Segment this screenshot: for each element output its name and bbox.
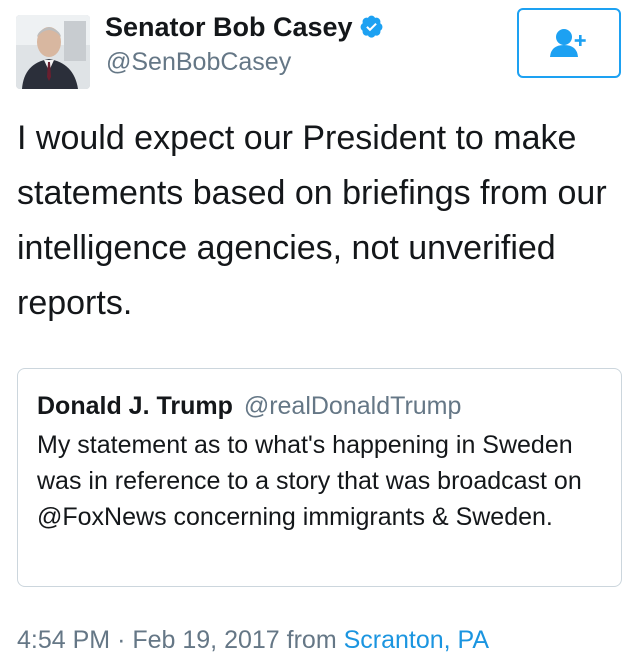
author-display-name[interactable]: Senator Bob Casey [105, 12, 353, 42]
follow-button[interactable] [517, 8, 621, 78]
tweet-metadata: 4:54 PM · Feb 19, 2017 from Scranton, PA [17, 624, 489, 656]
from-label: from [286, 626, 337, 654]
profile-photo [16, 15, 90, 89]
quoted-tweet-header: Donald J. Trump @realDonaldTrump [37, 391, 461, 421]
tweet-time[interactable]: 4:54 PM [17, 626, 110, 654]
verified-badge-icon [360, 15, 383, 38]
tweet-text: I would expect our President to make sta… [17, 119, 607, 322]
quoted-author-name: Donald J. Trump [37, 392, 233, 420]
author-screen-name[interactable]: @SenBobCasey [106, 46, 291, 78]
tweet-date[interactable]: Feb 19, 2017 [132, 626, 279, 654]
quoted-author-screen-name: @realDonaldTrump [243, 392, 462, 420]
quoted-tweet-card[interactable]: Donald J. Trump @realDonaldTrump My stat… [17, 368, 622, 587]
follow-person-plus-icon [550, 29, 586, 57]
avatar[interactable] [16, 15, 90, 89]
author-header[interactable]: Senator Bob Casey [105, 10, 384, 44]
meta-separator: · [117, 626, 126, 654]
location-link[interactable]: Scranton, PA [344, 626, 489, 654]
quoted-tweet-text: My statement as to what's happening in S… [37, 431, 582, 531]
